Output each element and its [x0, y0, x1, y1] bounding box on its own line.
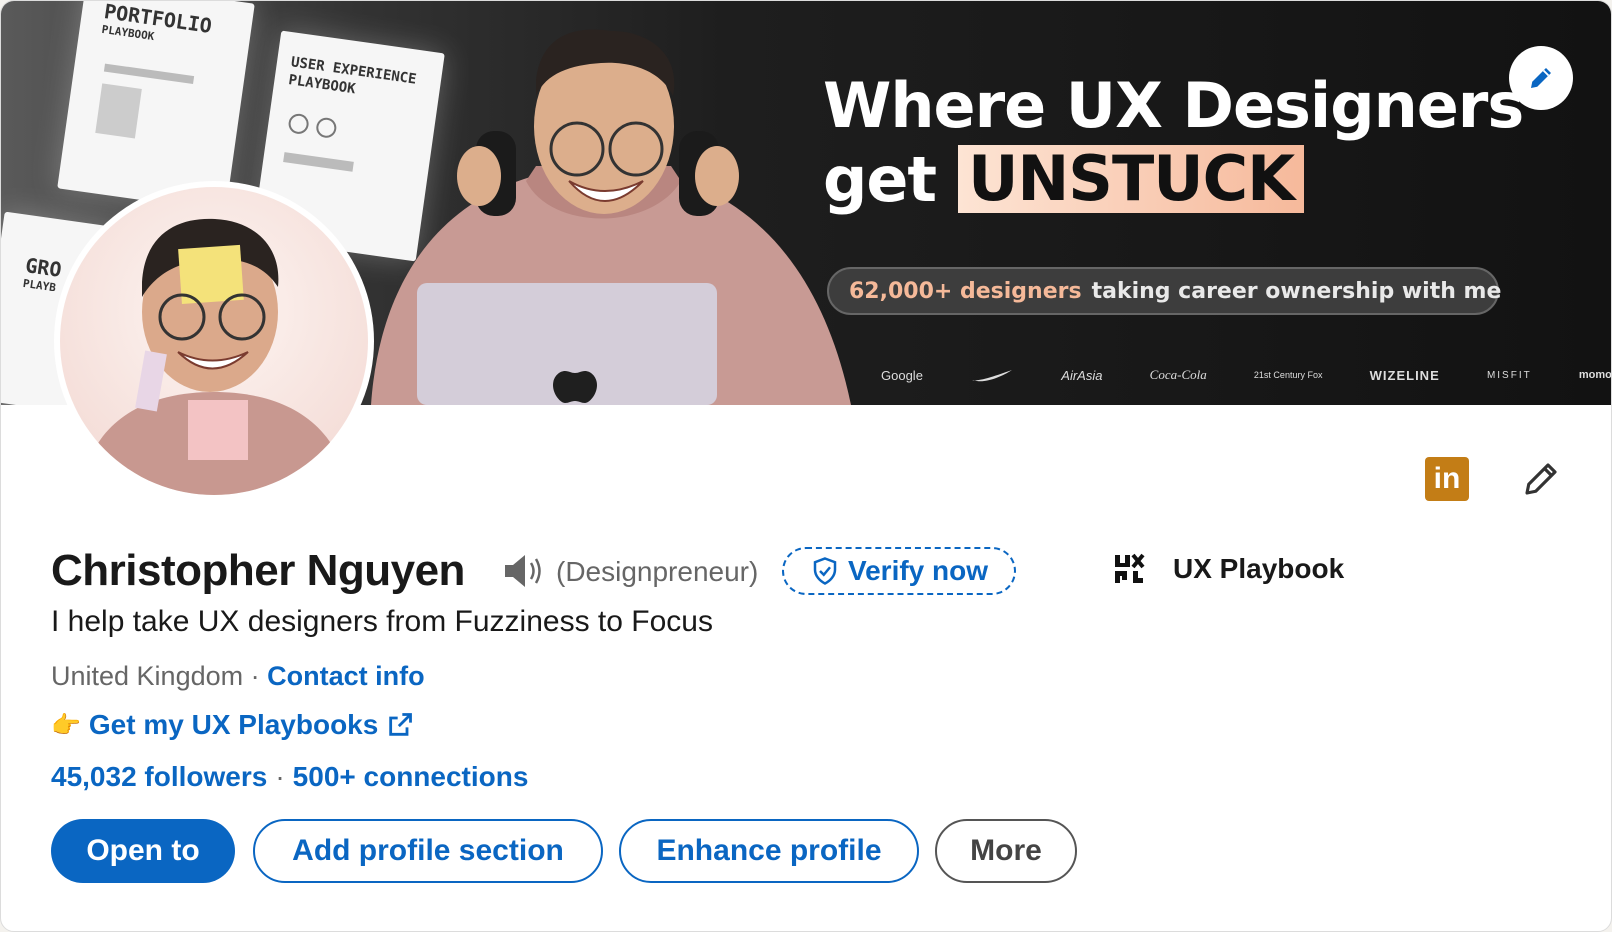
more-button[interactable]: More [935, 819, 1077, 883]
banner-client-logos: Google AirAsia Coca-Cola 21st Century Fo… [881, 367, 1612, 383]
connections-link[interactable]: 500+ connections [293, 761, 529, 792]
banner-pill-highlight: 62,000+ designers [849, 278, 1082, 304]
playbooks-link-label: Get my UX Playbooks [88, 709, 379, 740]
momo-logo: momo [1578, 368, 1612, 381]
banner-pill-text: taking career ownership with me [1091, 278, 1502, 304]
pencil-icon [1531, 68, 1551, 88]
banner-stat-pill: 62,000+ designers taking career ownershi… [827, 267, 1502, 315]
open-to-button[interactable]: Open to [51, 819, 235, 883]
current-company[interactable]: UX Playbook [1113, 553, 1344, 585]
speaker-icon [505, 555, 541, 587]
edit-intro-button[interactable] [1517, 455, 1565, 503]
avatar-photo [80, 218, 350, 495]
linkedin-badge-button[interactable]: in [1425, 457, 1469, 501]
banner-headline-line2: get UNSTUCK [823, 142, 1305, 216]
banner-headline: Where UX Designers [823, 69, 1524, 142]
contact-info-link[interactable]: Contact info [267, 661, 424, 691]
external-link-icon [389, 713, 413, 736]
profile-pronoun: (Designpreneur) [556, 556, 759, 587]
separator-dot: · [243, 661, 268, 691]
followers-link[interactable]: 45,032 followers [51, 761, 267, 792]
google-logo: Google [881, 367, 923, 383]
add-profile-section-button[interactable]: Add profile section [253, 819, 603, 883]
linkedin-icon: in [1433, 462, 1461, 495]
profile-name: Christopher Nguyen [51, 546, 465, 595]
nike-swoosh-logo [972, 370, 1013, 382]
verify-now-button[interactable]: Verify now [782, 547, 1016, 595]
misfit-logo: MISFIT [1486, 369, 1532, 381]
pointing-hand-emoji: 👉 [51, 711, 81, 739]
ux-playbook-logo-icon [1115, 553, 1145, 583]
pencil-icon [1525, 463, 1557, 495]
name-pronunciation-button[interactable] [503, 551, 545, 596]
profile-location-row: United Kingdom · Contact info [51, 661, 425, 692]
banner-unstuck-highlight: UNSTUCK [958, 145, 1305, 213]
airasia-logo: AirAsia [1061, 367, 1103, 383]
verify-label: Verify now [847, 555, 989, 586]
edit-banner-button[interactable] [1509, 46, 1573, 110]
profile-avatar[interactable] [54, 181, 374, 501]
cocacola-logo: Coca-Cola [1149, 367, 1207, 382]
profile-headline: I help take UX designers from Fuzziness … [51, 605, 713, 638]
portfolio-playbook-doc: PORTFOLIO PLAYBOOK [57, 1, 255, 212]
banner-get-text: get [823, 142, 937, 216]
shield-check-icon [813, 557, 837, 585]
banner-person-image [371, 29, 851, 405]
enhance-profile-button[interactable]: Enhance profile [619, 819, 919, 883]
network-stats: 45,032 followers · 500+ connections [51, 761, 528, 793]
profile-location: United Kingdom [51, 661, 244, 691]
separator-dot: · [275, 761, 285, 792]
playbooks-link[interactable]: 👉 Get my UX Playbooks [51, 709, 414, 741]
company-name: UX Playbook [1173, 553, 1345, 584]
wizeline-logo: WIZELINE [1369, 367, 1440, 383]
profile-card: PORTFOLIO PLAYBOOK USER EXPERIENCE PLAYB… [0, 0, 1612, 932]
fox-logo: 21st Century Fox [1253, 370, 1323, 380]
